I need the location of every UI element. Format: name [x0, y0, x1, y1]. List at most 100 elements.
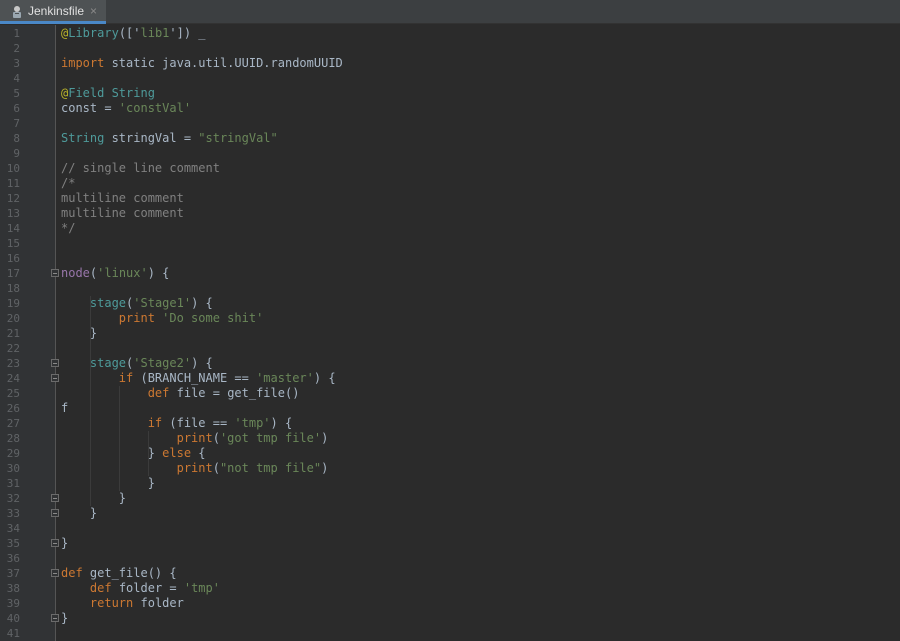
code-token: ) {: [313, 371, 336, 385]
code-text: node('linux') {: [61, 266, 169, 281]
code-line[interactable]: 8 String stringVal = "stringVal": [0, 131, 900, 146]
code-line[interactable]: 1 @Library(['lib1']) _: [0, 26, 900, 41]
code-line[interactable]: 41: [0, 626, 900, 641]
code-line[interactable]: 34: [0, 521, 900, 536]
code-text: }: [61, 326, 97, 341]
code-line[interactable]: 2: [0, 41, 900, 56]
code-line[interactable]: 12 multiline comment: [0, 191, 900, 206]
code-line[interactable]: 37 def get_file() {: [0, 566, 900, 581]
code-line[interactable]: 24 if (BRANCH_NAME == 'master') {: [0, 371, 900, 386]
code-token: (: [212, 431, 220, 445]
code-line[interactable]: 6 const = 'constVal': [0, 101, 900, 116]
line-number: 35: [6, 537, 20, 550]
fold-toggle-icon[interactable]: [51, 569, 59, 577]
code-token: return: [89, 596, 134, 610]
fold-toggle-icon[interactable]: [51, 539, 59, 547]
fold-toggle-icon[interactable]: [51, 359, 59, 367]
code-token: multiline comment: [61, 191, 184, 205]
indent-guide: [118, 386, 120, 491]
code-line[interactable]: 3 import static java.util.UUID.randomUUID: [0, 56, 900, 71]
fold-toggle-icon[interactable]: [51, 269, 59, 277]
code-token: 'Stage1': [133, 296, 192, 310]
code-line[interactable]: 40}: [0, 611, 900, 626]
code-text: stage('Stage2') {: [61, 356, 213, 371]
line-number: 15: [6, 237, 20, 250]
code-token: stage: [89, 296, 127, 310]
code-text: def file = get_file(): [61, 386, 300, 401]
line-number: 29: [6, 447, 20, 460]
code-token: lib1: [140, 26, 170, 40]
code-line[interactable]: 17 node('linux') {: [0, 266, 900, 281]
code-line[interactable]: 16: [0, 251, 900, 266]
line-number: 25: [6, 387, 20, 400]
code-line[interactable]: 10 // single line comment: [0, 161, 900, 176]
code-line[interactable]: 11 /*: [0, 176, 900, 191]
code-line[interactable]: 33 }: [0, 506, 900, 521]
code-line[interactable]: 9: [0, 146, 900, 161]
code-line[interactable]: 18: [0, 281, 900, 296]
code-text: def get_file() {: [61, 566, 177, 581]
code-token: (file ==: [162, 416, 235, 430]
code-token: 'tmp': [234, 416, 271, 430]
code-text: stage('Stage1') {: [61, 296, 213, 311]
code-token: */: [61, 221, 76, 235]
line-number: 14: [6, 222, 20, 235]
line-number: 22: [6, 342, 20, 355]
code-text: print 'Do some shit': [61, 311, 264, 326]
tab-jenkinsfile[interactable]: Jenkinsfile ×: [0, 0, 106, 24]
code-line[interactable]: 14 */: [0, 221, 900, 236]
code-line[interactable]: 23 stage('Stage2') {: [0, 356, 900, 371]
close-tab-icon[interactable]: ×: [90, 4, 97, 18]
code-token: static java.util.UUID.randomUUID: [104, 56, 343, 70]
code-line[interactable]: 31 }: [0, 476, 900, 491]
code-line[interactable]: 13 multiline comment: [0, 206, 900, 221]
code-token: }: [61, 326, 98, 340]
code-line[interactable]: 20 print 'Do some shit': [0, 311, 900, 326]
code-token: (: [212, 461, 220, 475]
code-text: @Library(['lib1']) _: [61, 26, 206, 41]
code-line[interactable]: 21 }: [0, 326, 900, 341]
code-line[interactable]: 30 print("not tmp file"): [0, 461, 900, 476]
code-line[interactable]: 22: [0, 341, 900, 356]
code-token: if: [118, 371, 134, 385]
code-token: (BRANCH_NAME ==: [133, 371, 257, 385]
code-text: @Field String: [61, 86, 155, 101]
fold-toggle-icon[interactable]: [51, 509, 59, 517]
code-line[interactable]: 38 def folder = 'tmp': [0, 581, 900, 596]
code-token: ): [321, 461, 329, 475]
code-token: 'Stage2': [133, 356, 192, 370]
code-token: 'got tmp file': [219, 431, 322, 445]
line-number: 2: [13, 42, 20, 55]
code-line[interactable]: 26 f: [0, 401, 900, 416]
code-text: multiline comment: [61, 191, 184, 206]
code-line[interactable]: 32 }: [0, 491, 900, 506]
code-line[interactable]: 19 stage('Stage1') {: [0, 296, 900, 311]
line-number: 8: [13, 132, 20, 145]
code-line[interactable]: 28 print('got tmp file'): [0, 431, 900, 446]
fold-toggle-icon[interactable]: [51, 494, 59, 502]
code-token: def: [89, 581, 112, 595]
line-number: 37: [6, 567, 20, 580]
code-text: String stringVal = "stringVal": [61, 131, 278, 146]
code-line[interactable]: 39 return folder: [0, 596, 900, 611]
fold-toggle-icon[interactable]: [51, 374, 59, 382]
code-line[interactable]: 5 @Field String: [0, 86, 900, 101]
code-token: print: [176, 431, 213, 445]
code-editor[interactable]: 1 @Library(['lib1']) _ 2 3 import static jav…: [0, 25, 900, 641]
code-line[interactable]: 35}: [0, 536, 900, 551]
code-line[interactable]: 7: [0, 116, 900, 131]
code-line[interactable]: 15: [0, 236, 900, 251]
code-line[interactable]: 27 if (file == 'tmp') {: [0, 416, 900, 431]
code-text: print("not tmp file"): [61, 461, 329, 476]
fold-toggle-icon[interactable]: [51, 614, 59, 622]
code-line[interactable]: 29 } else {: [0, 446, 900, 461]
code-text: }: [61, 476, 155, 491]
code-line[interactable]: 36: [0, 551, 900, 566]
code-line[interactable]: 4: [0, 71, 900, 86]
code-text: def folder = 'tmp': [61, 581, 220, 596]
line-number: 4: [13, 72, 20, 85]
code-line[interactable]: 25 def file = get_file(): [0, 386, 900, 401]
